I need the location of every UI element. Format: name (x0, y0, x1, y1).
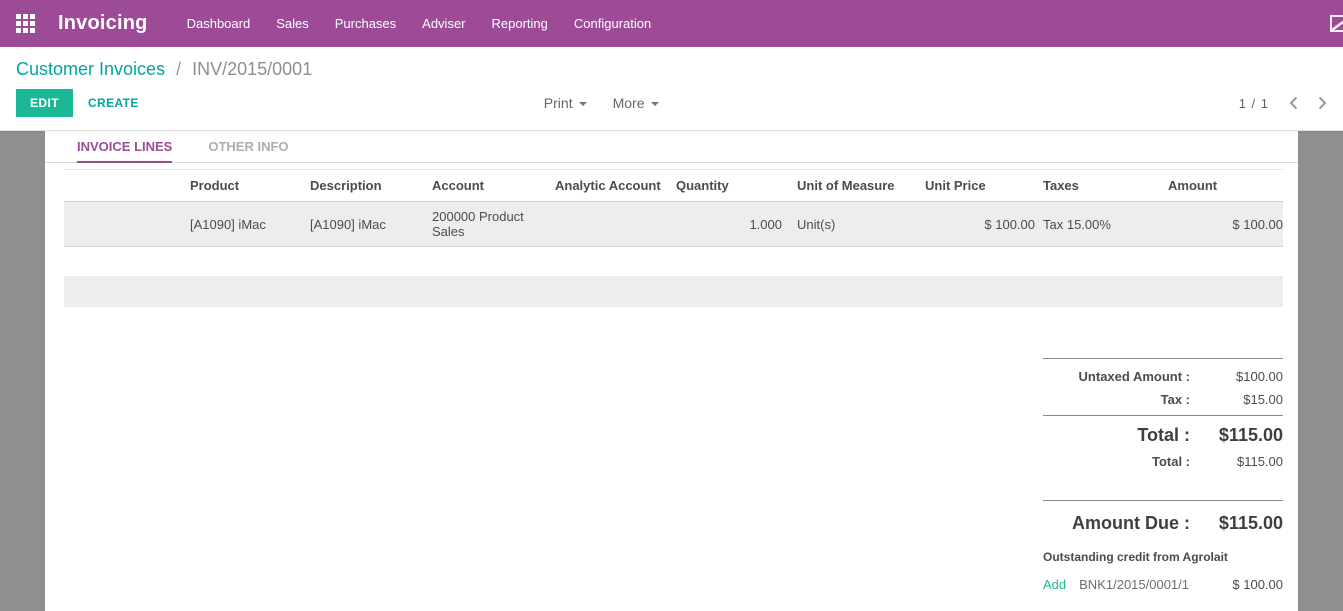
totals-group: Untaxed Amount : $100.00 Tax : $15.00 To… (1043, 358, 1283, 473)
cell-analytic-account (555, 202, 676, 247)
caret-down-icon (579, 102, 587, 106)
column-quantity: Quantity (676, 170, 782, 202)
menu-item-reporting[interactable]: Reporting (479, 0, 561, 47)
control-panel: Customer Invoices / INV/2015/0001 EDIT C… (0, 47, 1343, 131)
chevron-left-icon (1289, 96, 1298, 110)
top-navbar: Invoicing Dashboard Sales Purchases Advi… (0, 0, 1343, 47)
apps-grid-icon[interactable] (16, 14, 35, 33)
control-panel-buttons: EDIT CREATE Print More 1 / 1 (16, 89, 1327, 117)
untaxed-amount-label: Untaxed Amount : (1043, 369, 1190, 384)
cell-handle (64, 202, 190, 247)
caret-down-icon (651, 102, 659, 106)
invoice-line-row[interactable]: [A1090] iMac [A1090] iMac 200000 Product… (64, 202, 1283, 247)
cell-unit-price: $ 100.00 (925, 202, 1035, 247)
cell-description: [A1090] iMac (310, 202, 432, 247)
column-amount: Amount (1160, 170, 1283, 202)
menu-item-adviser[interactable]: Adviser (409, 0, 478, 47)
cell-unit-of-measure: Unit(s) (782, 202, 925, 247)
total-row: Total : $115.00 (1043, 416, 1283, 450)
amount-due-group: Amount Due : $115.00 Outstanding credit … (1043, 500, 1283, 592)
untaxed-amount-row: Untaxed Amount : $100.00 (1043, 365, 1283, 388)
total-secondary-value: $115.00 (1190, 454, 1283, 469)
amount-due-label: Amount Due : (1043, 513, 1190, 534)
cell-product: [A1090] iMac (190, 202, 310, 247)
column-account: Account (432, 170, 555, 202)
tax-row: Tax : $15.00 (1043, 388, 1283, 411)
amount-due-row: Amount Due : $115.00 (1043, 507, 1283, 538)
menu-item-sales[interactable]: Sales (263, 0, 322, 47)
more-dropdown-label: More (613, 95, 645, 111)
table-header-row: Product Description Account Analytic Acc… (64, 170, 1283, 202)
totals-panel: Untaxed Amount : $100.00 Tax : $15.00 To… (1043, 358, 1283, 592)
total-label: Total : (1043, 425, 1190, 446)
breadcrumb: Customer Invoices / INV/2015/0001 (16, 59, 1327, 80)
more-dropdown[interactable]: More (613, 95, 659, 111)
form-background: INVOICE LINES OTHER INFO Product Descrip… (0, 131, 1343, 611)
total-secondary-row: Total : $115.00 (1043, 450, 1283, 473)
print-dropdown[interactable]: Print (544, 95, 587, 111)
menu-item-configuration[interactable]: Configuration (561, 0, 664, 47)
pager: 1 / 1 (1239, 96, 1327, 111)
column-handle (64, 170, 190, 202)
create-button[interactable]: CREATE (88, 96, 139, 110)
total-secondary-label: Total : (1043, 454, 1190, 469)
app-name[interactable]: Invoicing (58, 12, 148, 35)
add-credit-link[interactable]: Add (1043, 577, 1066, 592)
column-unit-price: Unit Price (925, 170, 1035, 202)
menu-item-dashboard[interactable]: Dashboard (174, 0, 264, 47)
pager-previous-button[interactable] (1289, 96, 1298, 110)
invoice-lines-table: Product Description Account Analytic Acc… (64, 169, 1283, 247)
print-dropdown-label: Print (544, 95, 573, 111)
cell-quantity: 1.000 (676, 202, 782, 247)
empty-line-band (64, 276, 1283, 307)
outstanding-credit-title: Outstanding credit from Agrolait (1043, 550, 1283, 564)
pager-count: 1 / 1 (1239, 96, 1269, 111)
amount-due-value: $115.00 (1190, 513, 1283, 534)
chevron-right-icon (1318, 96, 1327, 110)
outstanding-credit-row: Add BNK1/2015/0001/1 $ 100.00 (1043, 577, 1283, 592)
untaxed-amount-value: $100.00 (1190, 369, 1283, 384)
credit-amount: $ 100.00 (1232, 577, 1283, 592)
breadcrumb-current: INV/2015/0001 (192, 59, 312, 79)
column-product: Product (190, 170, 310, 202)
column-analytic-account: Analytic Account (555, 170, 676, 202)
breadcrumb-separator: / (176, 59, 181, 79)
cell-amount: $ 100.00 (1160, 202, 1283, 247)
tax-value: $15.00 (1190, 392, 1283, 407)
column-taxes: Taxes (1035, 170, 1160, 202)
messages-icon[interactable] (1330, 15, 1343, 32)
action-dropdowns: Print More (544, 95, 659, 111)
invoice-lines-table-wrap: Product Description Account Analytic Acc… (64, 169, 1283, 592)
invoice-form-sheet: INVOICE LINES OTHER INFO Product Descrip… (45, 131, 1298, 611)
column-description: Description (310, 170, 432, 202)
total-value: $115.00 (1190, 425, 1283, 446)
tax-label: Tax : (1043, 392, 1190, 407)
column-unit-of-measure: Unit of Measure (782, 170, 925, 202)
menu-item-purchases[interactable]: Purchases (322, 0, 409, 47)
notebook-tabs: INVOICE LINES OTHER INFO (45, 131, 1298, 163)
tab-other-info[interactable]: OTHER INFO (208, 139, 288, 162)
cell-taxes: Tax 15.00% (1035, 202, 1160, 247)
pager-next-button[interactable] (1318, 96, 1327, 110)
main-menu: Dashboard Sales Purchases Adviser Report… (174, 0, 665, 47)
credit-reference: BNK1/2015/0001/1 (1079, 577, 1189, 592)
breadcrumb-parent-link[interactable]: Customer Invoices (16, 59, 165, 79)
edit-button[interactable]: EDIT (16, 89, 73, 117)
tab-invoice-lines[interactable]: INVOICE LINES (77, 139, 172, 163)
cell-account: 200000 Product Sales (432, 202, 555, 247)
